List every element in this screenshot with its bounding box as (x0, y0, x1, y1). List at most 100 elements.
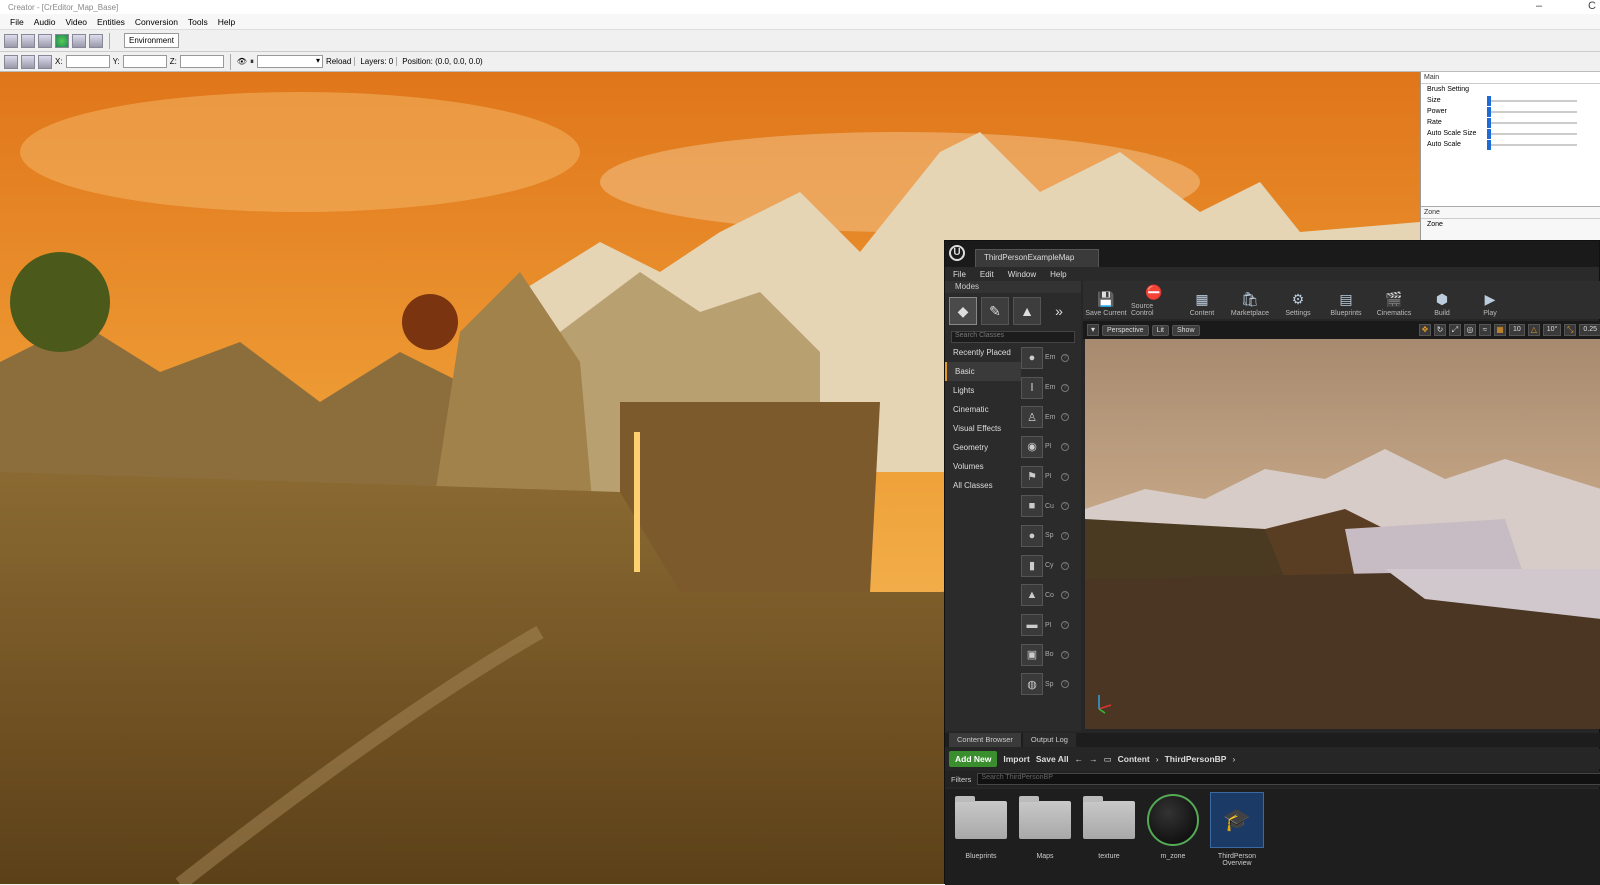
x-field[interactable] (65, 55, 110, 68)
power-slider-row[interactable]: Power (1421, 106, 1600, 117)
category-recently-placed[interactable]: Recently Placed (945, 343, 1021, 362)
asset-maps[interactable]: Maps (1017, 793, 1073, 881)
menu-audio[interactable]: Audio (34, 17, 56, 27)
grid-icon[interactable] (21, 33, 35, 48)
tab-output-log[interactable]: Output Log (1022, 733, 1076, 747)
power-slider-thumb[interactable] (1487, 106, 1491, 117)
auto-scale-slider-row[interactable]: Auto Scale (1421, 139, 1600, 150)
content-button[interactable]: ▦ Content (1179, 290, 1225, 317)
ue-viewport[interactable] (1085, 339, 1600, 729)
reload-button[interactable]: Reload (326, 57, 351, 66)
rotate-icon[interactable] (21, 54, 35, 69)
menu-tools[interactable]: Tools (188, 17, 208, 27)
ue-menu-window[interactable]: Window (1008, 270, 1036, 279)
help-icon[interactable]: ? (1061, 413, 1069, 422)
menu-conversion[interactable]: Conversion (135, 17, 178, 27)
rotate-icon[interactable]: ↻ (1433, 324, 1446, 336)
scale-snap-value[interactable]: 0.25 (1579, 324, 1600, 336)
viewport-options-icon[interactable]: ▾ (1087, 324, 1099, 336)
ue-menu-edit[interactable]: Edit (980, 270, 994, 279)
rotation-snap-value[interactable]: 10° (1542, 324, 1562, 336)
layers-icon[interactable] (89, 33, 103, 48)
eye-icon[interactable]: 👁 (237, 57, 247, 66)
help-icon[interactable]: ? (1061, 502, 1069, 511)
globe-icon[interactable] (55, 33, 69, 48)
rate-slider-row[interactable]: Rate (1421, 117, 1600, 128)
content-search-input[interactable]: Search ThirdPersonBP (977, 773, 1600, 785)
more-modes-icon[interactable]: » (1045, 297, 1073, 325)
list-item[interactable]: ▲ Co? (1021, 581, 1077, 611)
help-icon[interactable]: ? (1061, 650, 1069, 659)
terrain-icon[interactable] (4, 33, 18, 48)
list-item[interactable]: ♙ Em? (1021, 402, 1077, 432)
ue-menu-help[interactable]: Help (1050, 270, 1066, 279)
breadcrumb-thirdpersonbp[interactable]: ThirdPersonBP (1165, 754, 1227, 764)
menu-help[interactable]: Help (218, 17, 235, 27)
lit-button[interactable]: Lit (1151, 324, 1169, 336)
z-field[interactable] (179, 55, 224, 68)
brush-icon[interactable] (72, 33, 86, 48)
mode-dropdown[interactable] (256, 55, 323, 68)
y-field[interactable] (122, 55, 167, 68)
filters-button[interactable]: Filters (951, 775, 971, 784)
list-item[interactable]: ● Sp? (1021, 521, 1077, 551)
grid-snap-value[interactable]: 10 (1508, 324, 1525, 336)
map-tab[interactable]: ThirdPersonExampleMap (975, 249, 1099, 267)
category-basic[interactable]: Basic (945, 362, 1021, 381)
list-item[interactable]: ▣ Bo? (1021, 640, 1077, 670)
grid-snap-icon[interactable]: ▦ (1493, 324, 1506, 336)
build-button[interactable]: ⬢ Build (1419, 290, 1465, 317)
asset-texture[interactable]: texture (1081, 793, 1137, 881)
help-icon[interactable]: ? (1061, 591, 1069, 600)
import-button[interactable]: Import (1003, 754, 1029, 764)
auto-scale-size-slider-thumb[interactable] (1487, 128, 1491, 139)
list-item[interactable]: ▮ Cy? (1021, 551, 1077, 581)
list-item[interactable]: ▬ Pl? (1021, 610, 1077, 640)
map-icon[interactable] (38, 33, 52, 48)
rate-slider-thumb[interactable] (1487, 117, 1491, 128)
list-item[interactable]: ● Em? (1021, 343, 1077, 373)
list-item[interactable]: ◍ Sp? (1021, 670, 1077, 700)
help-icon[interactable]: ? (1061, 621, 1069, 630)
size-slider-thumb[interactable] (1487, 95, 1491, 106)
source-control-button[interactable]: ⛔ Source Control (1131, 283, 1177, 317)
asset-thirdperson-overview[interactable]: 🎓 ThirdPerson Overview (1209, 792, 1265, 881)
help-icon[interactable]: ? (1061, 531, 1069, 540)
menu-video[interactable]: Video (65, 17, 87, 27)
help-icon[interactable]: ? (1061, 472, 1069, 481)
scale-icon[interactable]: ⤢ (1448, 324, 1461, 336)
back-icon[interactable]: ← (1075, 754, 1084, 764)
tab-content-browser[interactable]: Content Browser (949, 733, 1021, 747)
environment-button[interactable]: Environment (124, 33, 179, 48)
help-icon[interactable]: ? (1061, 353, 1069, 362)
blueprints-button[interactable]: ▤ Blueprints (1323, 290, 1369, 317)
auto-scale-slider-thumb[interactable] (1487, 139, 1491, 150)
asset-m-zone[interactable]: m_zone (1145, 793, 1201, 881)
help-icon[interactable]: ? (1061, 383, 1069, 392)
minimize-icon[interactable]: – (1536, 0, 1542, 12)
help-icon[interactable]: ? (1061, 442, 1069, 451)
save-all-button[interactable]: Save All (1036, 754, 1069, 764)
list-item[interactable]: ⚑ Pl? (1021, 462, 1077, 492)
asset-blueprints[interactable]: Blueprints (953, 793, 1009, 881)
select-icon[interactable] (4, 54, 18, 69)
close-icon[interactable]: C (1588, 0, 1596, 12)
category-visual-effects[interactable]: Visual Effects (945, 419, 1021, 438)
cinematics-button[interactable]: 🎬 Cinematics (1371, 290, 1417, 317)
marketplace-button[interactable]: 🛍 Marketplace (1227, 290, 1273, 317)
forward-icon[interactable]: → (1089, 754, 1098, 764)
perspective-button[interactable]: Perspective (1102, 324, 1149, 336)
move-icon[interactable] (38, 54, 52, 69)
play-button[interactable]: ▶ Play (1467, 290, 1513, 317)
add-new-button[interactable]: Add New (949, 751, 998, 767)
world-icon[interactable]: ◎ (1463, 324, 1476, 336)
ue-menu-file[interactable]: File (953, 270, 966, 279)
paint-mode-icon[interactable]: ✎ (981, 297, 1009, 325)
category-geometry[interactable]: Geometry (945, 438, 1021, 457)
pause-icon[interactable]: ⏸ (250, 57, 254, 67)
show-button[interactable]: Show (1171, 324, 1200, 336)
scale-snap-icon[interactable]: ⤡ (1564, 324, 1577, 336)
place-mode-icon[interactable]: ◆ (949, 297, 977, 325)
category-cinematic[interactable]: Cinematic (945, 400, 1021, 419)
size-slider-row[interactable]: Size (1421, 95, 1600, 106)
